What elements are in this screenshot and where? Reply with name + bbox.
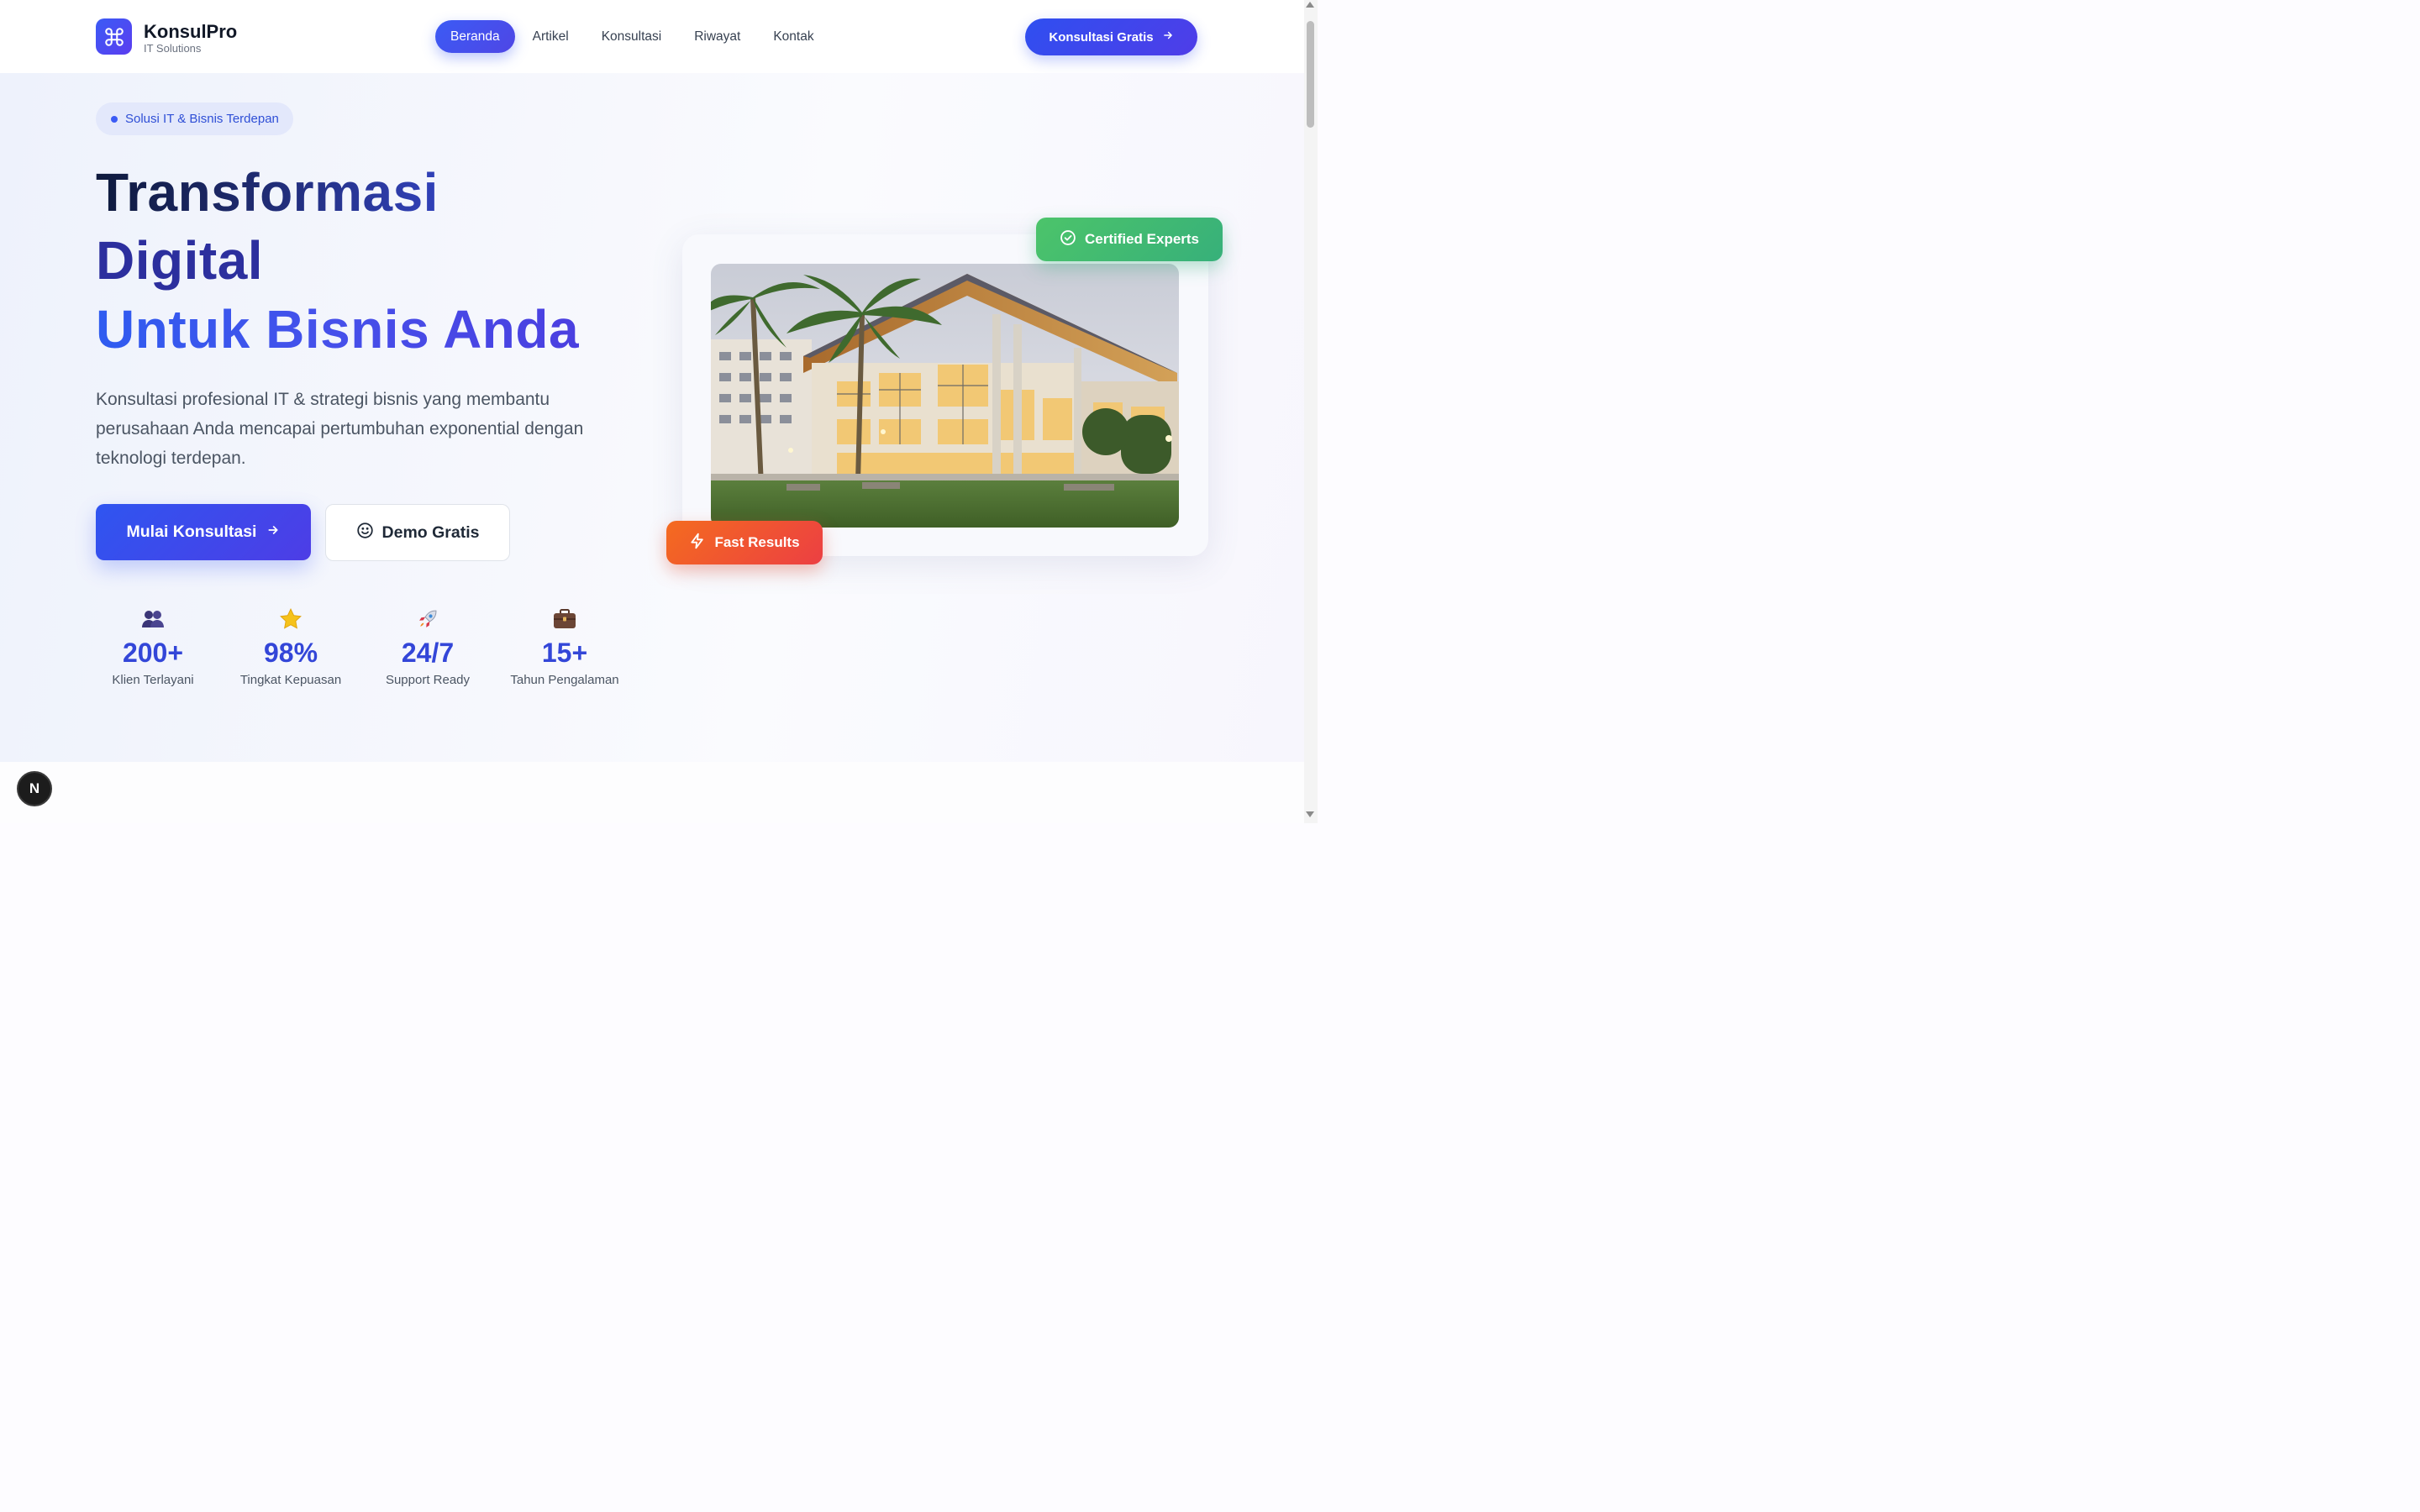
certified-experts-badge: Certified Experts [1036,218,1223,261]
stat-clients: 200+ Klien Terlayani [94,605,212,687]
stat-support: 24/7 Support Ready [369,605,487,687]
star-icon [232,605,350,633]
stat-value: 15+ [541,638,588,668]
nav-item-kontak[interactable]: Kontak [758,20,829,53]
briefcase-icon [506,605,623,633]
arrow-right-icon [1162,29,1174,45]
dev-indicator-button[interactable]: N [17,771,52,806]
rocket-icon [369,605,487,633]
hero-pill-label: Solusi IT & Bisnis Terdepan [125,112,279,126]
dev-indicator-label: N [29,780,40,796]
start-consultation-button[interactable]: Mulai Konsultasi [96,504,311,560]
stat-value: 24/7 [401,638,455,668]
free-demo-button[interactable]: Demo Gratis [325,504,510,561]
stat-label: Tingkat Kepuasan [239,673,342,687]
nav-item-artikel[interactable]: Artikel [518,20,584,53]
people-icon [94,605,212,633]
free-demo-label: Demo Gratis [381,522,480,542]
stat-experience: 15+ Tahun Pengalaman [506,605,623,687]
start-consultation-label: Mulai Konsultasi [126,522,257,541]
hero-description: Konsultasi profesional IT & strategi bis… [96,390,584,468]
nav-item-riwayat[interactable]: Riwayat [679,20,755,53]
stat-label: Support Ready [385,673,471,687]
hero-title-line-1: Transformasi [96,159,439,226]
stat-value: 98% [263,638,318,668]
check-circle-icon [1060,229,1076,250]
nav-item-konsultasi[interactable]: Konsultasi [587,20,677,53]
stat-label: Tahun Pengalaman [510,673,619,687]
hero-pill-badge: Solusi IT & Bisnis Terdepan [96,102,293,135]
free-consultation-label: Konsultasi Gratis [1049,29,1154,45]
stat-value: 200+ [122,638,184,668]
free-consultation-button[interactable]: Konsultasi Gratis [1025,18,1197,55]
logo-icon[interactable] [96,18,132,55]
lightning-icon [689,533,706,554]
scrollbar-thumb[interactable] [1307,21,1314,128]
hero-title-line-3: Untuk Bisnis Anda [96,296,579,363]
fast-results-label: Fast Results [714,534,800,550]
brand-name[interactable]: KonsulPro [144,21,237,43]
next-section [0,762,1304,823]
fast-results-badge: Fast Results [666,521,823,564]
nav-item-beranda[interactable]: Beranda [435,20,515,53]
arrow-right-icon [266,522,280,542]
certified-experts-label: Certified Experts [1084,231,1200,247]
main-nav: Beranda Artikel Konsultasi Riwayat Konta… [435,20,832,53]
dot-icon [111,115,118,123]
hero-title-line-2: Digital [96,230,264,291]
scroll-down-arrow-icon[interactable] [1306,811,1314,817]
brand-tagline: IT Solutions [144,42,202,55]
building-photo [711,264,1179,528]
site-header: KonsulPro IT Solutions Beranda Artikel K… [0,0,1304,74]
stat-satisfaction: 98% Tingkat Kepuasan [232,605,350,687]
scroll-up-arrow-icon[interactable] [1306,2,1314,8]
smile-icon [356,522,374,544]
stat-label: Klien Terlayani [112,673,194,687]
